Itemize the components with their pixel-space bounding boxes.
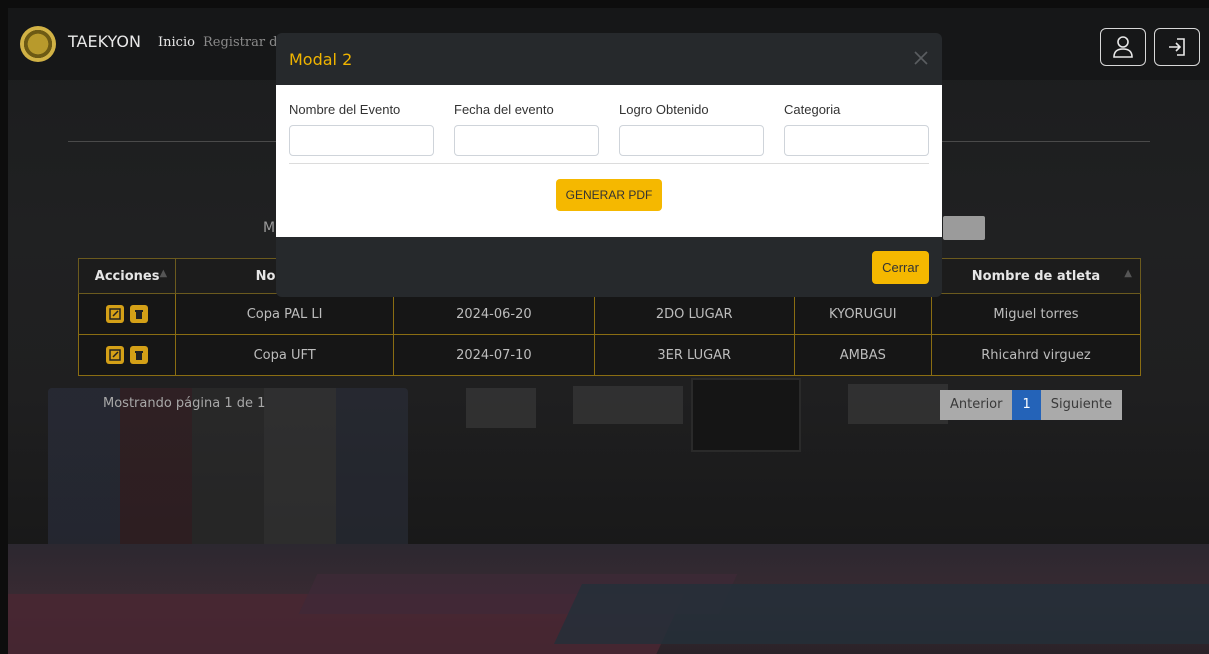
cell-atleta: Rhicahrd virguez	[930, 334, 1142, 376]
cell-logro: 3ER LUGAR	[593, 334, 795, 376]
cell-nombre-evento: Copa UFT	[175, 334, 395, 376]
close-icon[interactable]	[912, 49, 930, 67]
nav-link-inicio[interactable]: Inicio	[158, 35, 195, 50]
nav-link-registrar[interactable]: Registrar da	[203, 35, 285, 50]
edit-button[interactable]	[106, 305, 125, 323]
table-row: Copa PAL LI 2024-06-20 2DO LUGAR KYORUGU…	[77, 293, 1142, 335]
column-header-acciones[interactable]: Acciones ▲	[77, 258, 177, 294]
table-row: Copa UFT 2024-07-10 3ER LUGAR AMBAS Rhic…	[77, 334, 1142, 376]
user-button[interactable]	[1100, 28, 1146, 66]
pagination: Anterior 1 Siguiente	[940, 390, 1123, 420]
row-actions	[77, 293, 177, 335]
modal-title: Modal 2	[289, 50, 353, 69]
row-actions	[77, 334, 177, 376]
column-header-atleta[interactable]: Nombre de atleta ▲	[930, 258, 1142, 294]
search-input[interactable]	[943, 216, 985, 240]
training-pads-image	[48, 388, 408, 548]
pagination-info: Mostrando página 1 de 1	[103, 396, 266, 411]
modal-divider	[289, 163, 929, 164]
field-categoria: Categoria	[784, 102, 929, 156]
logout-icon	[1169, 38, 1185, 56]
input-fecha-evento[interactable]	[454, 125, 599, 156]
trash-icon	[135, 351, 144, 360]
logo-icon[interactable]	[20, 26, 56, 62]
pagination-prev[interactable]: Anterior	[940, 390, 1013, 420]
poster-image	[691, 378, 801, 452]
modal-dialog: Modal 2 Nombre del Evento Fecha del even…	[276, 33, 942, 297]
input-logro-obtenido[interactable]	[619, 125, 764, 156]
field-logro-obtenido: Logro Obtenido	[619, 102, 764, 156]
field-nombre-evento: Nombre del Evento	[289, 102, 434, 156]
label-categoria: Categoria	[784, 102, 841, 117]
field-fecha-evento: Fecha del evento	[454, 102, 599, 156]
edit-button[interactable]	[106, 346, 125, 364]
floor-mat	[554, 584, 1209, 644]
pagination-next[interactable]: Siguiente	[1040, 390, 1123, 420]
label-logro-obtenido: Logro Obtenido	[619, 102, 709, 117]
generate-pdf-button[interactable]: GENERAR PDF	[556, 179, 662, 211]
cell-fecha: 2024-07-10	[393, 334, 595, 376]
pagination-page-1[interactable]: 1	[1012, 390, 1041, 420]
close-button[interactable]: Cerrar	[872, 251, 929, 284]
delete-button[interactable]	[130, 305, 149, 323]
page-label-partial: M	[263, 220, 276, 236]
cell-fecha: 2024-06-20	[393, 293, 595, 335]
modal-body: Nombre del Evento Fecha del evento Logro…	[276, 85, 942, 237]
cell-categoria: AMBAS	[793, 334, 932, 376]
input-nombre-evento[interactable]	[289, 125, 434, 156]
edit-icon	[109, 349, 121, 361]
label-fecha-evento: Fecha del evento	[454, 102, 554, 117]
cell-logro: 2DO LUGAR	[593, 293, 795, 335]
edit-icon	[109, 308, 121, 320]
trash-icon	[135, 310, 144, 319]
flag-image	[466, 388, 536, 428]
cell-nombre-evento: Copa PAL LI	[175, 293, 395, 335]
brand-name[interactable]: TAEKYON	[68, 32, 141, 51]
user-icon	[1113, 36, 1133, 58]
label-nombre-evento: Nombre del Evento	[289, 102, 401, 117]
banner-image-2	[848, 384, 948, 424]
delete-button[interactable]	[130, 346, 149, 364]
floor	[8, 544, 1209, 654]
input-categoria[interactable]	[784, 125, 929, 156]
logout-button[interactable]	[1154, 28, 1200, 66]
cell-atleta: Miguel torres	[930, 293, 1142, 335]
cell-categoria: KYORUGUI	[793, 293, 932, 335]
banner-image	[573, 386, 683, 424]
modal-header: Modal 2	[276, 33, 942, 85]
modal-footer: Cerrar	[276, 237, 942, 297]
